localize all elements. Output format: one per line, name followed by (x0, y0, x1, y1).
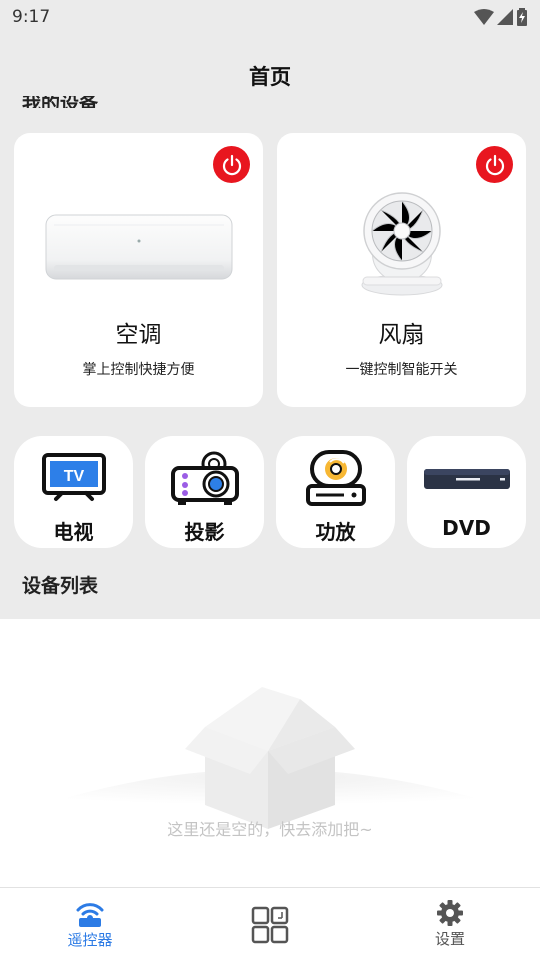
status-bar: 9:17 (0, 0, 540, 34)
fan-card[interactable]: 风扇 一键控制智能开关 (277, 133, 526, 407)
dvd-label: DVD (442, 516, 491, 540)
fan-description: 一键控制智能开关 (345, 362, 458, 378)
bottom-nav: 遥控器 设置 (0, 887, 540, 960)
fan-name: 风扇 (378, 322, 425, 348)
fan-image (361, 192, 443, 296)
signal-icon (497, 9, 513, 25)
remote-wifi-icon (76, 903, 104, 927)
ac-name: 空调 (115, 322, 162, 348)
wifi-icon (474, 9, 494, 25)
grid-apps-icon (251, 906, 289, 943)
nav-remote[interactable]: 遥控器 (30, 888, 150, 960)
device-list: 这里还是空的，快去添加把~ (0, 619, 540, 887)
nav-settings[interactable]: 设置 (390, 888, 510, 960)
fan-power-button[interactable] (476, 146, 513, 183)
tv-icon: TV (41, 453, 106, 501)
nav-apps[interactable] (210, 888, 330, 960)
amplifier-label: 功放 (315, 520, 356, 544)
ac-description: 掌上控制快捷方便 (82, 362, 195, 378)
dvd-player-icon (423, 469, 510, 489)
page-title: 首页 (249, 65, 291, 89)
amplifier-icon (305, 450, 366, 506)
nav-settings-label: 设置 (434, 930, 465, 948)
quick-tile-dvd[interactable]: DVD (407, 436, 526, 548)
projector-label: 投影 (184, 520, 225, 544)
power-icon (222, 154, 241, 175)
air-conditioner-image (45, 214, 233, 280)
ac-power-button[interactable] (213, 146, 250, 183)
status-time: 9:17 (12, 7, 51, 27)
tv-label: 电视 (53, 520, 94, 544)
air-conditioner-card[interactable]: 空调 掌上控制快捷方便 (14, 133, 263, 407)
power-icon (485, 154, 504, 175)
quick-tile-amplifier[interactable]: 功放 (276, 436, 395, 548)
empty-state-text: 这里还是空的，快去添加把~ (167, 820, 373, 839)
quick-tile-projector[interactable]: 投影 (145, 436, 264, 548)
title-bar: 首页 (0, 52, 540, 100)
gear-icon (437, 900, 463, 926)
battery-icon (517, 8, 527, 26)
projector-icon (170, 451, 239, 505)
svg-text:TV: TV (63, 468, 84, 485)
quick-tile-tv[interactable]: TV 电视 (14, 436, 133, 548)
nav-remote-label: 遥控器 (67, 931, 113, 949)
status-icons (474, 8, 528, 26)
device-list-heading: 设备列表 (22, 575, 99, 597)
empty-box-icon (30, 687, 510, 829)
